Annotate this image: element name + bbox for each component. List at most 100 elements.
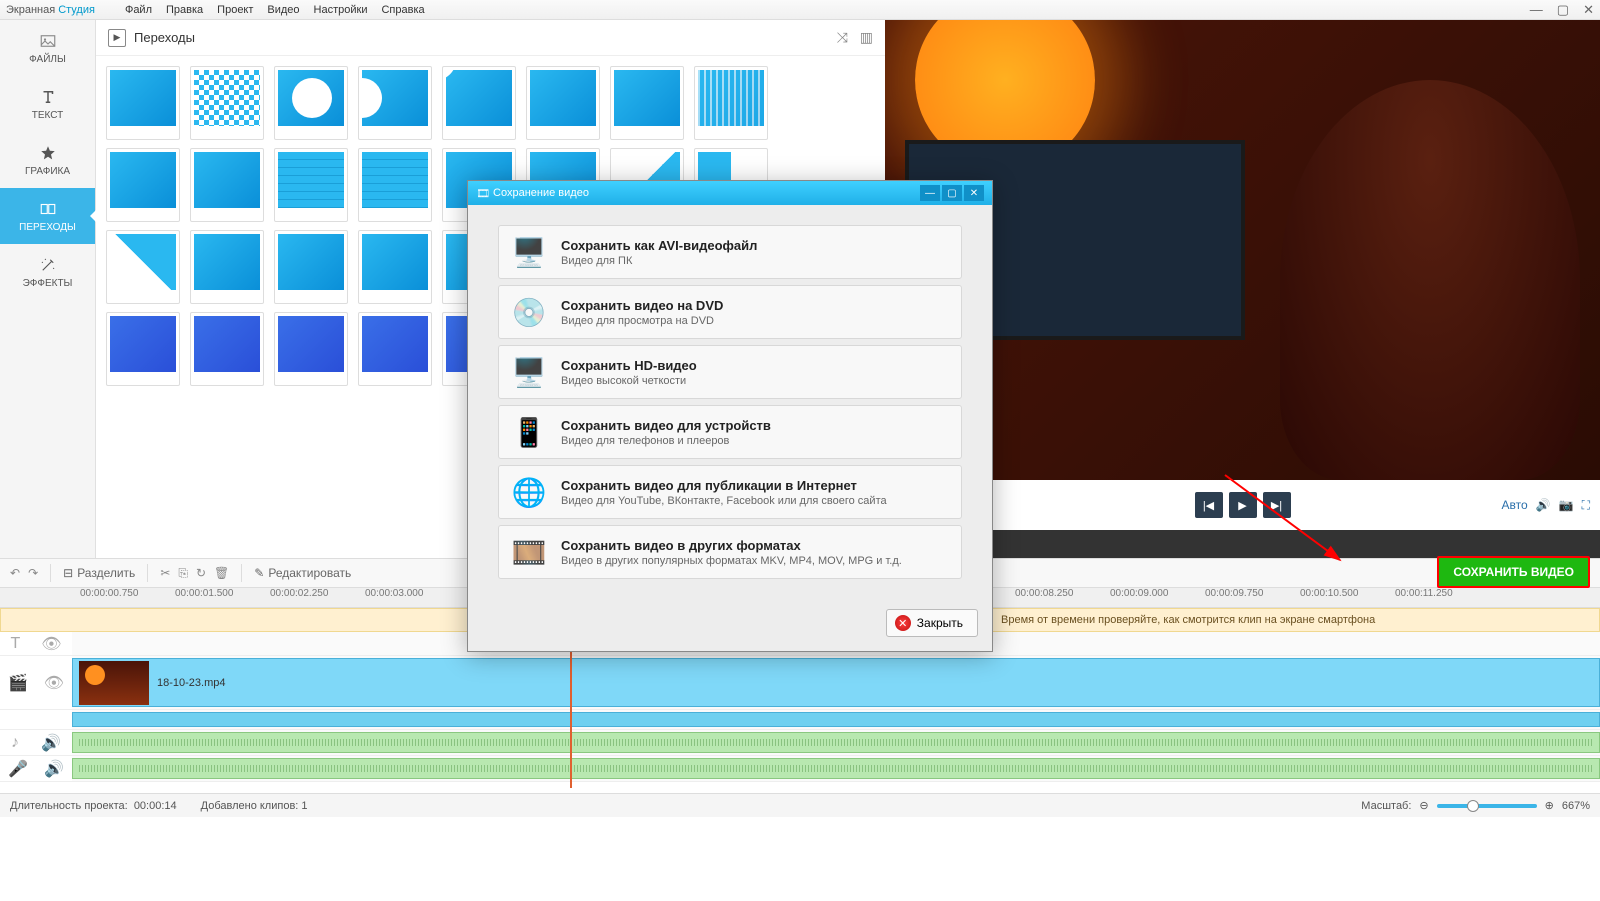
fullscreen-icon[interactable]: ⛶	[1582, 498, 1590, 513]
redo-button[interactable]: ↷	[28, 566, 38, 580]
overlay-track[interactable]	[72, 710, 1600, 729]
save-option-devices[interactable]: 📱 Сохранить видео для устройствВидео для…	[498, 405, 962, 459]
transition-thumb[interactable]	[106, 230, 180, 304]
minimize-icon[interactable]: —	[1530, 2, 1543, 18]
timeline-overlay-row	[0, 710, 1600, 730]
dialog-close-button[interactable]: ✕ Закрыть	[886, 609, 978, 637]
transition-thumb[interactable]	[190, 230, 264, 304]
volume-icon[interactable]: 🔊	[1536, 498, 1551, 512]
transition-thumb[interactable]	[106, 66, 180, 140]
snapshot-icon[interactable]: 📷	[1559, 498, 1574, 512]
prev-frame-button[interactable]: |◀	[1195, 492, 1223, 518]
shuffle-icon[interactable]: ⤨	[837, 29, 848, 46]
video-clip[interactable]: 18-10-23.mp4	[72, 658, 1600, 707]
timeline-audio2-row: 🎤🔊	[0, 756, 1600, 782]
dialog-close-icon[interactable]: ✕	[964, 185, 984, 201]
transition-thumb[interactable]	[190, 66, 264, 140]
dialog-titlebar[interactable]: 🎞 Сохранение видео — ▢ ✕	[468, 181, 992, 205]
save-option-avi[interactable]: 🖥️ Сохранить как AVI-видеофайлВидео для …	[498, 225, 962, 279]
tick: 00:00:01.500	[175, 588, 233, 599]
paste-button[interactable]: ↻	[196, 566, 206, 580]
transition-thumb[interactable]	[526, 66, 600, 140]
transition-thumb[interactable]	[442, 66, 516, 140]
menu-edit[interactable]: Правка	[166, 4, 203, 16]
tab-effects[interactable]: ЭФФЕКТЫ	[0, 244, 95, 300]
transitions-icon	[39, 200, 57, 218]
eye-icon[interactable]: 👁	[44, 673, 64, 693]
tick: 00:00:02.250	[270, 588, 328, 599]
main-menu: Файл Правка Проект Видео Настройки Справ…	[125, 4, 425, 16]
next-frame-button[interactable]: ▶|	[1263, 492, 1291, 518]
transition-thumb[interactable]	[106, 312, 180, 386]
menu-file[interactable]: Файл	[125, 4, 152, 16]
audio-track-1[interactable]	[72, 730, 1600, 755]
titlebar: Экранная Студия Файл Правка Проект Видео…	[0, 0, 1600, 20]
tab-graphics[interactable]: ГРАФИКА	[0, 132, 95, 188]
app-brand-1: Экранная	[6, 4, 55, 16]
music-track-icon: ♪	[11, 734, 19, 752]
eye-icon[interactable]: 👁	[41, 634, 61, 654]
cut-button[interactable]: ✂	[160, 566, 170, 580]
video-track-icon: 🎬	[8, 673, 28, 693]
delete-button[interactable]: 🗑	[214, 566, 229, 580]
overlay-clip[interactable]	[72, 712, 1600, 727]
video-track[interactable]: 18-10-23.mp4	[72, 656, 1600, 709]
save-option-internet[interactable]: 🌐 Сохранить видео для публикации в Интер…	[498, 465, 962, 519]
audio-clip[interactable]	[72, 732, 1600, 753]
save-option-dvd[interactable]: 💿 Сохранить видео на DVDВидео для просмо…	[498, 285, 962, 339]
save-video-button[interactable]: СОХРАНИТЬ ВИДЕО	[1437, 556, 1590, 588]
tab-text[interactable]: ТЕКСТ	[0, 76, 95, 132]
zoom-label: Масштаб:	[1361, 800, 1411, 812]
timeline-audio1-row: ♪🔊	[0, 730, 1600, 756]
zoom-in-button[interactable]: ⊕	[1545, 799, 1554, 812]
transition-thumb[interactable]	[274, 66, 348, 140]
menu-video[interactable]: Видео	[267, 4, 299, 16]
copy-button[interactable]: ⎘	[178, 566, 188, 581]
transition-thumb[interactable]	[106, 148, 180, 222]
transitions-header: ▶ Переходы ⤨ ▥	[96, 20, 885, 56]
split-button[interactable]: ⊟ Разделить	[63, 566, 135, 580]
auto-label[interactable]: Авто	[1502, 498, 1528, 512]
zoom-slider[interactable]	[1437, 804, 1537, 808]
volume-icon[interactable]: 🔊	[44, 759, 64, 779]
transition-thumb[interactable]	[358, 230, 432, 304]
play-icon: ▶	[108, 29, 126, 47]
menu-project[interactable]: Проект	[217, 4, 253, 16]
volume-icon[interactable]: 🔊	[41, 733, 61, 753]
transition-thumb[interactable]	[274, 312, 348, 386]
tick: 00:00:10.500	[1300, 588, 1358, 599]
save-option-other[interactable]: 🎞️ Сохранить видео в других форматахВиде…	[498, 525, 962, 579]
transition-thumb[interactable]	[358, 148, 432, 222]
transition-thumb[interactable]	[274, 230, 348, 304]
transition-thumb[interactable]	[358, 66, 432, 140]
undo-button[interactable]: ↶	[10, 566, 20, 580]
image-icon	[39, 32, 57, 50]
transition-thumb[interactable]	[358, 312, 432, 386]
tab-transitions[interactable]: ПЕРЕХОДЫ	[0, 188, 95, 244]
clips-label: Добавлено клипов: 1	[201, 800, 308, 812]
audio-track-2[interactable]	[72, 756, 1600, 781]
transition-thumb[interactable]	[694, 66, 768, 140]
tab-files[interactable]: ФАЙЛЫ	[0, 20, 95, 76]
close-x-icon: ✕	[895, 615, 911, 631]
save-option-hd[interactable]: 🖥️ Сохранить HD-видеоВидео высокой четко…	[498, 345, 962, 399]
tick: 00:00:00.750	[80, 588, 138, 599]
play-button[interactable]: ▶	[1229, 492, 1257, 518]
text-icon	[39, 88, 57, 106]
transition-thumb[interactable]	[190, 148, 264, 222]
transition-thumb[interactable]	[274, 148, 348, 222]
zoom-out-button[interactable]: ⊖	[1419, 799, 1428, 812]
close-icon[interactable]: ✕	[1583, 2, 1594, 18]
menu-settings[interactable]: Настройки	[314, 4, 368, 16]
transition-thumb[interactable]	[610, 66, 684, 140]
edit-button[interactable]: ✎ Редактировать	[254, 566, 351, 580]
maximize-icon[interactable]: ▢	[1557, 2, 1569, 18]
menu-help[interactable]: Справка	[381, 4, 424, 16]
dialog-maximize-icon[interactable]: ▢	[942, 185, 962, 201]
apply-all-icon[interactable]: ▥	[860, 29, 873, 46]
transition-thumb[interactable]	[190, 312, 264, 386]
tick: 00:00:11.250	[1395, 588, 1453, 599]
dialog-minimize-icon[interactable]: —	[920, 185, 940, 201]
zoom-value: 667%	[1562, 800, 1590, 812]
audio-clip[interactable]	[72, 758, 1600, 779]
